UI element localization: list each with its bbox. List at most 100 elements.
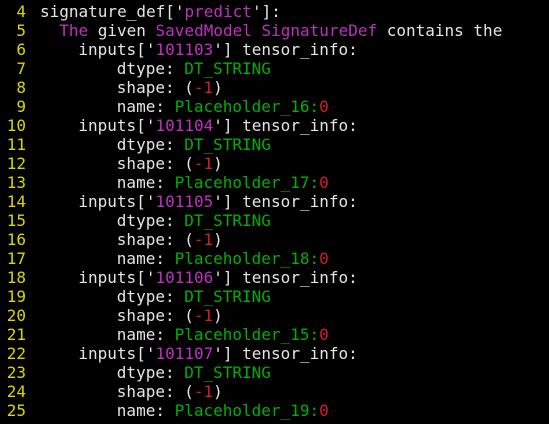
code-token: shape: ( bbox=[116, 154, 194, 173]
code-text: shape: (-1) bbox=[40, 230, 223, 249]
line-number: 10 bbox=[6, 116, 26, 135]
code-line[interactable]: 25 name: Placeholder_19:0 bbox=[0, 401, 549, 420]
line-number: 11 bbox=[6, 135, 26, 154]
line-number: 24 bbox=[6, 382, 26, 401]
code-token: Placeholder_18: bbox=[174, 249, 320, 268]
line-number: 7 bbox=[16, 59, 26, 78]
line-number: 5 bbox=[16, 21, 26, 40]
code-token: Placeholder_17: bbox=[174, 173, 320, 192]
code-token: DT_STRING bbox=[184, 59, 271, 78]
code-token: The bbox=[59, 21, 89, 40]
code-token: '] tensor_info: bbox=[213, 116, 358, 135]
code-token: contains the bbox=[377, 21, 503, 40]
code-token: ']: bbox=[251, 2, 281, 21]
code-token: shape: ( bbox=[116, 306, 194, 325]
code-token: 0 bbox=[319, 401, 329, 420]
code-text: dtype: DT_STRING bbox=[40, 211, 271, 230]
line-number: 8 bbox=[16, 78, 26, 97]
code-token: -1 bbox=[193, 154, 214, 173]
code-line[interactable]: 22 inputs['101107'] tensor_info: bbox=[0, 344, 549, 363]
code-token: dtype: bbox=[116, 363, 185, 382]
code-token: predict bbox=[184, 2, 252, 21]
code-token: ) bbox=[213, 78, 223, 97]
code-text: dtype: DT_STRING bbox=[40, 363, 271, 382]
code-line[interactable]: 18 inputs['101106'] tensor_info: bbox=[0, 268, 549, 287]
code-token: inputs[' bbox=[78, 268, 156, 287]
line-number: 15 bbox=[6, 211, 26, 230]
line-number: 17 bbox=[6, 249, 26, 268]
code-text: dtype: DT_STRING bbox=[40, 59, 271, 78]
code-token: inputs[' bbox=[78, 192, 156, 211]
code-token: given bbox=[88, 21, 156, 40]
code-line[interactable]: 5 The given SavedModel SignatureDef conta… bbox=[0, 21, 549, 40]
line-number: 19 bbox=[6, 287, 26, 306]
code-token: 101104 bbox=[155, 116, 214, 135]
code-text: inputs['101103'] tensor_info: bbox=[40, 40, 358, 59]
code-line[interactable]: 4 signature_def['predict']: bbox=[0, 2, 549, 21]
code-line[interactable]: 6 inputs['101103'] tensor_info: bbox=[0, 40, 549, 59]
code-text: shape: (-1) bbox=[40, 154, 223, 173]
code-line[interactable]: 13 name: Placeholder_17:0 bbox=[0, 173, 549, 192]
code-token: dtype: bbox=[116, 287, 185, 306]
code-line[interactable]: 9 name: Placeholder_16:0 bbox=[0, 97, 549, 116]
code-token: 0 bbox=[319, 249, 329, 268]
code-line[interactable]: 19 dtype: DT_STRING bbox=[0, 287, 549, 306]
code-text: shape: (-1) bbox=[40, 78, 223, 97]
code-text: signature_def['predict']: bbox=[40, 2, 281, 21]
code-line[interactable]: 11 dtype: DT_STRING bbox=[0, 135, 549, 154]
code-line[interactable]: 23 dtype: DT_STRING bbox=[0, 363, 549, 382]
code-text: inputs['101106'] tensor_info: bbox=[40, 268, 358, 287]
line-number: 12 bbox=[6, 154, 26, 173]
code-line[interactable]: 8 shape: (-1) bbox=[0, 78, 549, 97]
code-token: 0 bbox=[319, 97, 329, 116]
code-text: inputs['101107'] tensor_info: bbox=[40, 344, 358, 363]
code-token: '] tensor_info: bbox=[213, 344, 358, 363]
code-token: signature_def[' bbox=[40, 2, 185, 21]
code-token: '] tensor_info: bbox=[213, 40, 358, 59]
code-token: ) bbox=[213, 230, 223, 249]
code-line[interactable]: 24 shape: (-1) bbox=[0, 382, 549, 401]
code-token: Placeholder_19: bbox=[174, 401, 320, 420]
code-token: inputs[' bbox=[78, 116, 156, 135]
code-token: -1 bbox=[193, 382, 214, 401]
code-token: -1 bbox=[193, 230, 214, 249]
code-token: 101105 bbox=[155, 192, 214, 211]
code-token: '] tensor_info: bbox=[213, 268, 358, 287]
code-text: shape: (-1) bbox=[40, 306, 223, 325]
code-text: name: Placeholder_16:0 bbox=[40, 97, 329, 116]
code-token: 0 bbox=[319, 325, 329, 344]
line-number: 20 bbox=[6, 306, 26, 325]
code-line[interactable]: 12 shape: (-1) bbox=[0, 154, 549, 173]
code-token: inputs[' bbox=[78, 344, 156, 363]
code-token: name: bbox=[116, 401, 175, 420]
code-token: DT_STRING bbox=[184, 211, 271, 230]
code-token: ) bbox=[213, 306, 223, 325]
line-number: 25 bbox=[6, 401, 26, 420]
code-line[interactable]: 16 shape: (-1) bbox=[0, 230, 549, 249]
code-token: dtype: bbox=[116, 135, 185, 154]
code-token: DT_STRING bbox=[184, 363, 271, 382]
code-token: dtype: bbox=[116, 211, 185, 230]
code-line[interactable]: 14 inputs['101105'] tensor_info: bbox=[0, 192, 549, 211]
code-text: name: Placeholder_17:0 bbox=[40, 173, 329, 192]
code-line[interactable]: 10 inputs['101104'] tensor_info: bbox=[0, 116, 549, 135]
code-token: name: bbox=[116, 97, 175, 116]
code-line[interactable]: 20 shape: (-1) bbox=[0, 306, 549, 325]
line-number: 9 bbox=[16, 97, 26, 116]
code-line[interactable]: 21 name: Placeholder_15:0 bbox=[0, 325, 549, 344]
line-number: 6 bbox=[16, 40, 26, 59]
code-token: DT_STRING bbox=[184, 135, 271, 154]
code-editor[interactable]: 4 signature_def['predict']: 5 The given Sav… bbox=[0, 0, 549, 424]
code-line[interactable]: 15 dtype: DT_STRING bbox=[0, 211, 549, 230]
code-token: 101107 bbox=[155, 344, 214, 363]
code-token: name: bbox=[116, 249, 175, 268]
code-token: name: bbox=[116, 325, 175, 344]
code-token: SavedModel bbox=[155, 21, 252, 40]
line-number: 4 bbox=[16, 2, 26, 21]
code-line[interactable]: 7 dtype: DT_STRING bbox=[0, 59, 549, 78]
code-token: shape: ( bbox=[116, 382, 194, 401]
line-number: 13 bbox=[6, 173, 26, 192]
code-line[interactable]: 17 name: Placeholder_18:0 bbox=[0, 249, 549, 268]
code-token: dtype: bbox=[116, 59, 185, 78]
code-text: dtype: DT_STRING bbox=[40, 287, 271, 306]
